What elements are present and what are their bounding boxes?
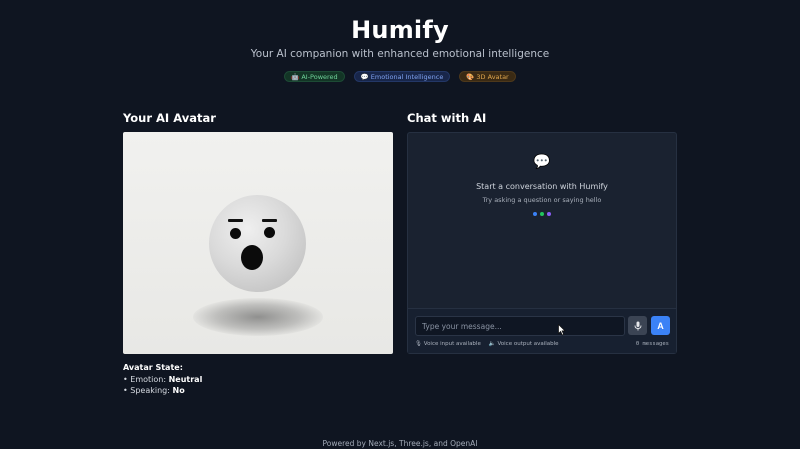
avatar-state: Avatar State: • Emotion: Neutral • Speak… bbox=[123, 362, 202, 397]
avatar-section-title: Your AI Avatar bbox=[123, 111, 216, 125]
empty-state-subtitle: Try asking a question or saying hello bbox=[482, 196, 602, 204]
empty-state-title: Start a conversation with Humify bbox=[476, 182, 608, 191]
badge-label: Emotional Intelligence bbox=[370, 72, 444, 81]
voice-input-button[interactable] bbox=[628, 316, 647, 335]
mouse-cursor-icon bbox=[558, 324, 566, 336]
typing-dots bbox=[408, 212, 676, 216]
dot-blue bbox=[533, 212, 537, 216]
left-eyebrow bbox=[228, 219, 243, 222]
badge-ai-powered: 🤖 AI-Powered bbox=[284, 71, 345, 82]
avatar-state-heading: Avatar State: bbox=[123, 363, 183, 372]
message-input[interactable] bbox=[415, 316, 625, 336]
chat-input-area: A 🎙 Voice input available 🔈 Voice output… bbox=[408, 308, 676, 353]
right-eyebrow bbox=[262, 219, 277, 222]
speech-bubble-icon: 💬 bbox=[360, 72, 369, 81]
badge-label: 3D Avatar bbox=[476, 72, 509, 81]
speaking-label: • Speaking: bbox=[123, 386, 170, 395]
avatar-face bbox=[209, 195, 306, 292]
badge-3d-avatar: 🎨 3D Avatar bbox=[459, 71, 516, 82]
chat-panel: 💬 Start a conversation with Humify Try a… bbox=[407, 132, 677, 354]
microphone-icon bbox=[634, 321, 641, 330]
robot-icon: 🤖 bbox=[291, 72, 300, 81]
avatar-emotion-row: • Emotion: Neutral bbox=[123, 374, 202, 386]
voice-output-status: 🔈 Voice output available bbox=[489, 341, 559, 347]
avatar-mouth bbox=[241, 245, 263, 270]
avatar-speaking-row: • Speaking: No bbox=[123, 385, 202, 397]
dot-green bbox=[540, 212, 544, 216]
right-eye bbox=[264, 227, 275, 238]
emotion-value: Neutral bbox=[168, 374, 203, 384]
voice-output-label: Voice output available bbox=[497, 341, 559, 347]
chat-empty-state: 💬 Start a conversation with Humify Try a… bbox=[408, 154, 676, 216]
palette-icon: 🎨 bbox=[466, 72, 475, 81]
app-subtitle: Your AI companion with enhanced emotiona… bbox=[250, 48, 550, 60]
chat-bubble-icon: 💬 bbox=[533, 154, 551, 170]
badge-emotional-intelligence: 💬 Emotional Intelligence bbox=[353, 71, 451, 82]
feature-badges: 🤖 AI-Powered 💬 Emotional Intelligence 🎨 … bbox=[0, 71, 800, 82]
send-button[interactable]: A bbox=[651, 316, 670, 335]
speaking-value: No bbox=[172, 386, 185, 395]
badge-label: AI-Powered bbox=[301, 72, 338, 81]
app-title: Humify bbox=[351, 16, 449, 44]
voice-input-status: 🎙 Voice input available bbox=[415, 341, 481, 347]
avatar-3d-canvas[interactable] bbox=[123, 132, 393, 354]
voice-status: 🎙 Voice input available 🔈 Voice output a… bbox=[415, 341, 559, 347]
message-count: 0 messages bbox=[635, 341, 669, 347]
emotion-label: • Emotion: bbox=[123, 374, 167, 384]
microphone-small-icon: 🎙 bbox=[415, 341, 422, 347]
dot-purple bbox=[547, 212, 551, 216]
left-eye bbox=[230, 228, 241, 239]
speaker-icon: 🔈 bbox=[488, 341, 496, 347]
voice-input-label: Voice input available bbox=[423, 341, 481, 347]
avatar-shadow bbox=[193, 298, 323, 336]
chat-section-title: Chat with AI bbox=[407, 111, 487, 125]
footer-credits: Powered by Next.js, Three.js, and OpenAI bbox=[322, 439, 478, 448]
